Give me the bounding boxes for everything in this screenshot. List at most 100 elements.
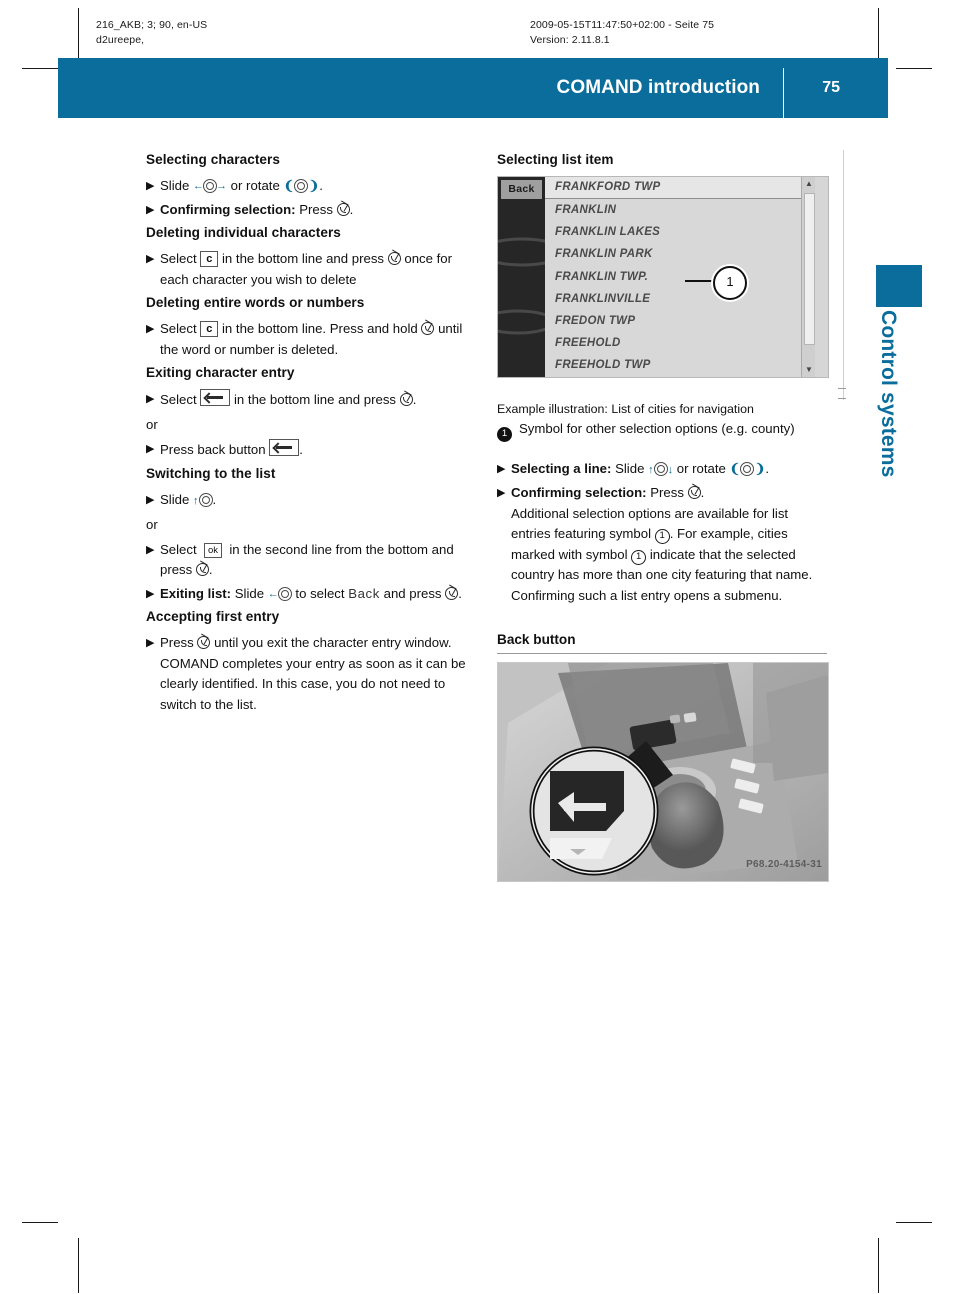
crop-mark-top-right-v [878,8,879,63]
print-meta-right-line1: 2009-05-15T11:47:50+02:00 - Seite 75 [530,19,715,31]
step-bold-label: Selecting a line: [511,460,612,476]
step-label-or-rotate: or rotate [230,178,280,193]
bullet-triangle-icon: ▶ [497,462,506,475]
bullet-triangle-icon: ▶ [146,543,155,556]
figure-scrollbar[interactable]: ▲ ▼ [801,177,815,377]
list-item[interactable]: FRANKLIN TWP. [545,266,815,288]
period: . [458,585,462,601]
step-text: Confirming selection: Press . Additional… [511,483,830,606]
section-divider [497,653,827,654]
step-text: Select c in the bottom line. Press and h… [160,319,479,360]
list-item[interactable]: FRANKFORD TWP [545,177,815,199]
controller-ring-icon [653,461,668,476]
right-text-column: Selecting list item Back FRANKFORD TWP F… [497,150,830,882]
step-label-press: Press [299,201,333,217]
scrollbar-thumb[interactable] [804,193,815,345]
bullet-triangle-icon: ▶ [146,637,155,649]
period: . [319,178,323,193]
rotate-bracket-right-icon: ❩ [308,178,320,193]
step-label-press-hold: in the bottom line. Press and hold [222,321,418,336]
step-label-press: Press [650,485,684,500]
period: . [700,485,705,500]
or-connector: or [146,416,158,432]
step-exiting-list: ▶ Exiting list: Slide ← to select Back a… [146,584,479,605]
step-text: Slide ↑. [160,490,479,512]
step-selecting-a-line: ▶ Selecting a line: Slide ↑ ↓ or rotate ❨… [497,459,830,481]
print-meta-left: 216_AKB; 3; 90, en-US d2ureepe, [96,18,207,48]
list-item[interactable]: FRANKLINVILLE [545,288,815,310]
list-item[interactable]: FREDON TWP [545,310,815,332]
running-head-bar: COMAND introduction 75 [58,58,888,118]
step-label-slide: Slide [234,585,265,601]
step-confirming-selection-right: ▶ Confirming selection: Press . Addition… [497,483,830,606]
bullet-triangle-icon: ▶ [146,180,155,192]
arrow-right-icon: → [216,180,227,192]
step-label-press-back: Press back button [160,442,266,457]
step-bold-label: Confirming selection: [160,201,296,217]
heading-selecting-characters: Selecting characters [146,152,280,167]
bullet-triangle-icon: ▶ [497,487,506,499]
print-meta-left-line2: d2ureepe, [96,34,145,46]
print-meta-left-line1: 216_AKB; 3; 90, en-US [96,19,208,31]
print-meta-right-line2: Version: 2.11.8.1 [530,34,610,46]
chapter-side-label: Control systems [877,310,900,478]
press-knob-icon [336,202,350,216]
crop-mark-bottom-left-v [78,1238,79,1293]
header-divider [783,68,784,118]
crop-mark-top-left-v [78,8,79,63]
period: . [765,460,770,476]
step-exit-entry-back-button: ▶ Press back button . [146,439,479,461]
figure-back-menu-item[interactable]: Back [501,180,542,199]
controller-ring-icon [740,461,755,476]
edge-ruler-line [843,150,844,400]
step-label-slide: Slide [160,178,190,193]
crop-mark-top-right [896,68,932,69]
bullet-triangle-icon: ▶ [146,493,155,506]
legend-number-badge: 1 [497,419,519,443]
left-text-column: Selecting characters ▶ Slide ← → or rotat… [146,150,479,718]
crop-mark-bottom-right-v [878,1238,879,1293]
list-item[interactable]: FRANKLIN LAKES [545,221,815,243]
bullet-triangle-icon: ▶ [146,203,155,216]
step-text: Press until you exit the character entry… [160,633,479,715]
step-label-to-select: to select [295,585,345,601]
rotate-bracket-left-icon: ❨ [283,178,295,193]
edge-ruler-tick-1 [838,388,846,389]
controller-ring-icon [277,586,292,601]
press-knob-icon [445,586,459,600]
page-number: 75 [822,79,840,96]
heading-accepting-first-entry: Accepting first entry [146,609,280,624]
heading-selecting-list-item: Selecting list item [497,152,614,167]
step-text: Selecting a line: Slide ↑ ↓ or rotate ❨ ❩. [511,459,830,481]
figure-caption: Example illustration: List of cities for… [497,402,754,416]
legend-label: Symbol for other selection options (e.g.… [519,421,795,436]
step-label-bottom-line: in the bottom line and press [222,251,385,266]
chapter-thumb-tab [876,265,922,307]
step-label-slide: Slide [615,460,645,476]
step-accept-first-entry: ▶ Press until you exit the character ent… [146,633,479,715]
rotate-bracket-right-icon: ❩ [754,460,766,476]
scroll-up-arrow-icon[interactable]: ▲ [805,180,813,188]
bullet-triangle-icon: ▶ [146,393,155,405]
controller-ring-icon [198,492,213,507]
arrow-down-icon: ↓ [667,463,674,476]
figure-left-dark-panel [498,177,562,377]
key-c-icon: c [200,251,219,267]
step-text: Slide ← → or rotate ❨ ❩. [160,176,479,197]
legend-number: 1 [497,427,512,442]
step-label-bottom-line-press: in the bottom line and press [234,392,397,407]
press-knob-icon [387,252,401,265]
figure-back-button-photo: P68.20-4154-31 [497,662,829,882]
step-bold-label: Exiting list: [160,585,232,601]
ui-word-back: Back [348,585,380,601]
list-item[interactable]: FRANKLIN [545,199,815,221]
list-item[interactable]: FRANKLIN PARK [545,243,815,265]
period: . [349,201,354,217]
step-text: Select ok in the second line from the bo… [160,540,479,581]
back-arrow-key-icon [200,389,231,406]
step-exit-entry-select: ▶ Select in the bottom line and press . [146,389,479,411]
crop-mark-top-left [22,68,58,69]
figure-list-area[interactable]: FRANKFORD TWP FRANKLIN FRANKLIN LAKES FR… [545,177,815,377]
back-arrow-key-icon [269,439,300,456]
list-item[interactable]: FREEHOLD [545,332,815,354]
